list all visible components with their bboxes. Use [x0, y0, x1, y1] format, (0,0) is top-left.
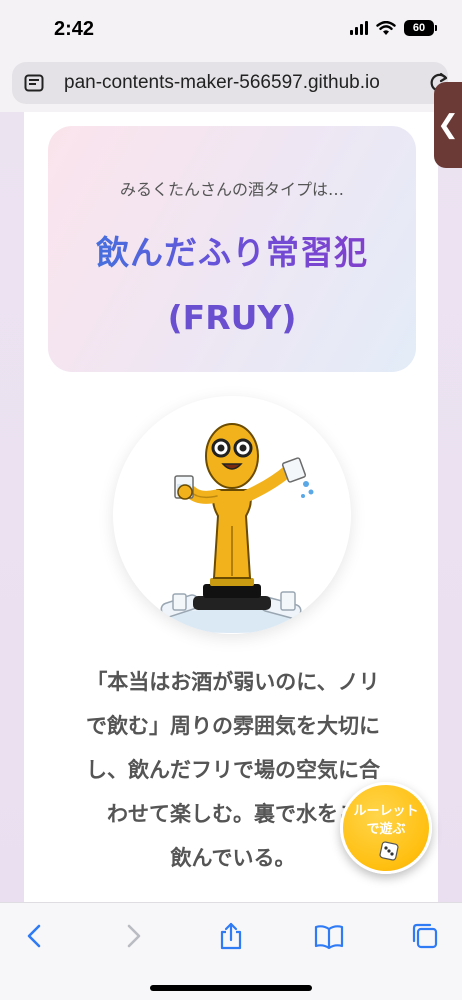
page-content: みるくたんさんの酒タイプは… 飲んだふり常習犯 (FRUY) 「本当はお酒が弱い… [0, 112, 462, 902]
status-icons: 60 [350, 20, 437, 36]
status-bar: 2:42 60 [0, 0, 462, 60]
address-bar[interactable]: pan-contents-maker-566597.github.io [12, 62, 449, 104]
result-intro: みるくたんさんの酒タイプは… [119, 180, 344, 199]
back-button[interactable] [20, 921, 50, 951]
bookmarks-button[interactable] [314, 921, 344, 951]
character-illustration [113, 396, 351, 634]
result-type-name: 飲んだふり常習犯 [48, 226, 416, 274]
dice-icon [379, 841, 399, 861]
home-indicator [150, 985, 312, 991]
tabs-button[interactable] [410, 921, 440, 951]
forward-button[interactable] [118, 921, 148, 951]
description-line: 「本当はお酒が弱いのに、ノリ [86, 670, 380, 694]
wifi-icon [376, 20, 396, 35]
roulette-label: ルーレット で遊ぶ [353, 804, 419, 837]
result-header: みるくたんさんの酒タイプは… 飲んだふり常習犯 (FRUY) [48, 126, 416, 372]
side-panel-toggle[interactable]: ❮ [434, 82, 462, 168]
result-type-code: (FRUY) [167, 298, 297, 337]
status-time: 2:42 [54, 18, 95, 40]
url-text[interactable]: pan-contents-maker-566597.github.io [64, 72, 434, 94]
battery-indicator: 60 [404, 20, 437, 36]
share-button[interactable] [216, 921, 246, 951]
reader-icon[interactable] [24, 74, 44, 92]
description-line: で飲む」周りの雰囲気を大切に [86, 714, 380, 738]
description-line: し、飲んだフリで場の空気に合 [86, 758, 380, 782]
roulette-button[interactable]: ルーレット で遊ぶ [340, 782, 432, 874]
chevron-left-icon: ❮ [437, 110, 459, 140]
trophy-character-image [152, 423, 314, 633]
cellular-signal-icon [350, 21, 368, 35]
